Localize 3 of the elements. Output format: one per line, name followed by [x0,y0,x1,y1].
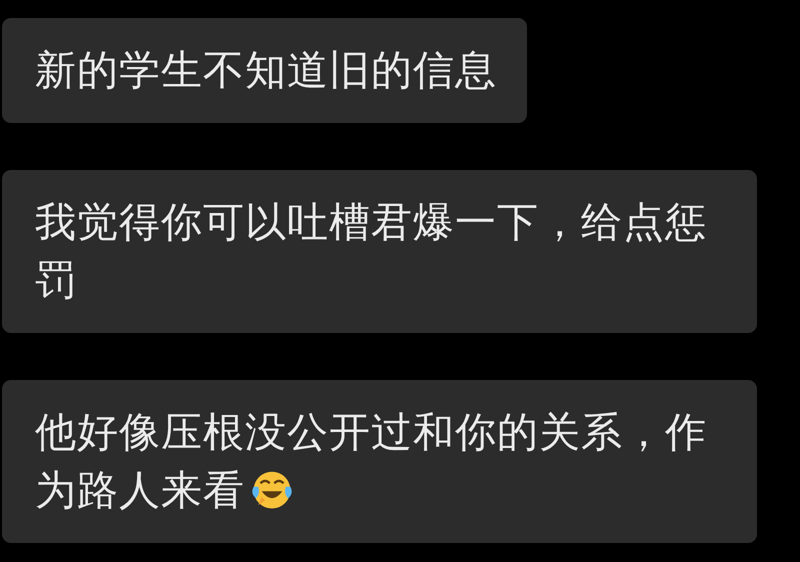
message-text: 我觉得你可以吐槽君爆一下，给点惩罚 [35,197,708,306]
message-text: 他好像压根没公开过和你的关系，作为路人来看 [35,407,708,516]
message-text: 新的学生不知道旧的信息 [35,45,497,96]
